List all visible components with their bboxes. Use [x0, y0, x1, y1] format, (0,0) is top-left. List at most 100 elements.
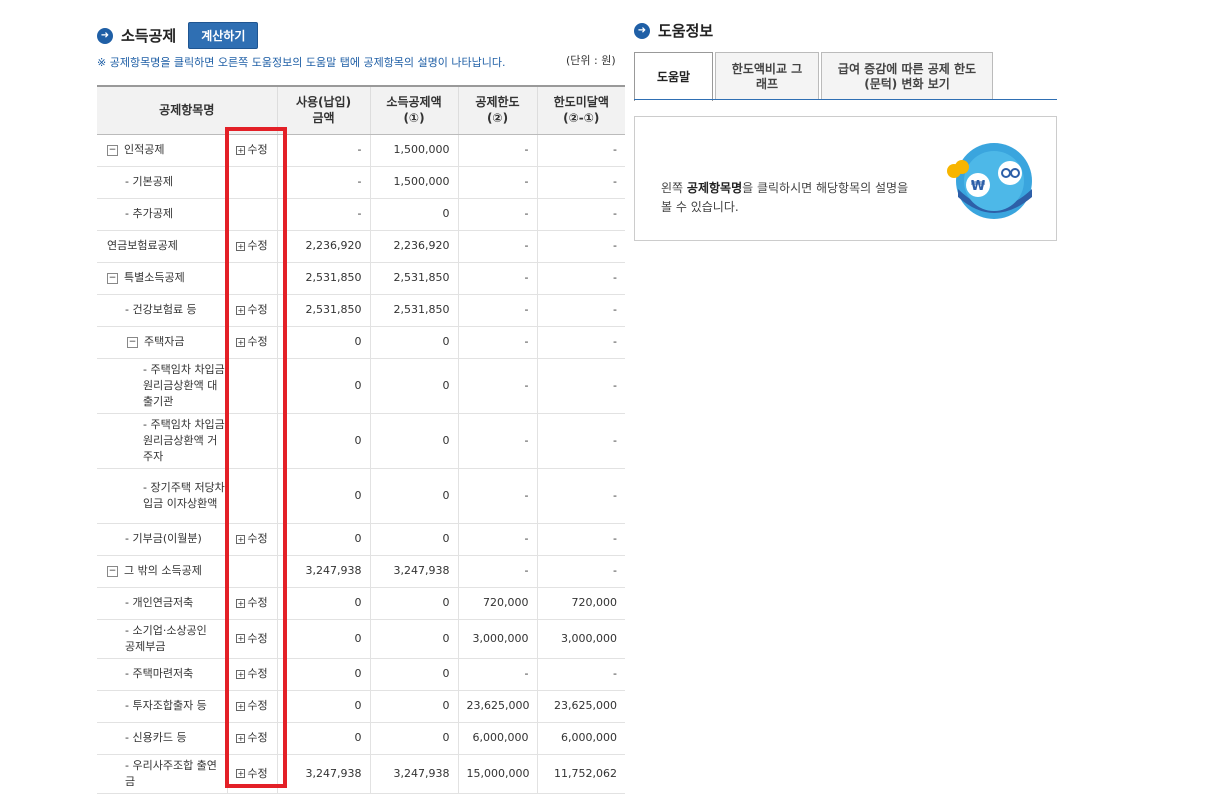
tab-help[interactable]: 도움말 — [634, 52, 713, 101]
remain-cell: 11,752,062 — [536, 754, 626, 794]
deduct-cell: 0 — [369, 413, 459, 469]
edit-cell — [226, 413, 278, 469]
row-name-cell[interactable]: - 건강보험료 등 — [97, 294, 227, 327]
edit-button[interactable]: + 수정 — [236, 667, 268, 680]
remain-cell: - — [536, 294, 626, 327]
tab-limit-graph[interactable]: 한도액비교 그래프 — [715, 52, 819, 100]
row-name-cell[interactable]: - 주택임차 차입금 원리금상환액 거주자 — [97, 413, 227, 469]
header-paid: 사용(납입) 금액 — [276, 85, 371, 135]
paid-cell: 0 — [276, 468, 371, 524]
row-name-cell[interactable]: - 소기업·소상공인 공제부금 — [97, 619, 227, 659]
table-row: - 주택임차 차입금 원리금상환액 대출기관 0 0 - - — [97, 358, 626, 414]
table-row: - 장기주택 저당차입금 이자상환액 0 0 - - — [97, 468, 626, 524]
tab-underline — [634, 99, 1057, 100]
deduct-cell: 0 — [369, 468, 459, 524]
plus-box-icon: + — [236, 634, 246, 643]
edit-button[interactable]: + 수정 — [236, 767, 268, 780]
limit-cell: - — [457, 468, 538, 524]
deduct-cell: 3,247,938 — [369, 555, 459, 588]
row-name-cell[interactable]: - 추가공제 — [97, 198, 227, 231]
edit-button[interactable]: + 수정 — [236, 731, 268, 744]
table-header-row: 공제항목명 사용(납입) 금액 소득공제액 (①) 공제한도 (②) 한도미달액 (②-… — [97, 85, 626, 135]
header-name: 공제항목명 — [97, 85, 278, 135]
paid-cell: 0 — [276, 619, 371, 659]
row-name-cell[interactable]: - 기본공제 — [97, 166, 227, 199]
edit-cell: + 수정 — [226, 326, 278, 359]
limit-cell: - — [457, 262, 538, 295]
remain-cell: - — [536, 523, 626, 556]
row-name-cell[interactable]: - 기부금(이월분) — [97, 523, 227, 556]
minus-box-icon[interactable]: − — [107, 144, 118, 156]
edit-button[interactable]: + 수정 — [236, 532, 268, 545]
limit-cell: - — [457, 326, 538, 359]
remain-cell: - — [536, 658, 626, 691]
row-name-cell[interactable]: - 신용카드 등 — [97, 722, 227, 755]
plus-box-icon: + — [236, 337, 246, 347]
row-name-cell[interactable]: - 개인연금저축 — [97, 587, 227, 620]
deduction-section-header: ➜ 소득공제 계산하기 — [97, 22, 259, 49]
paid-cell: 3,247,938 — [276, 555, 371, 588]
remain-cell: - — [536, 166, 626, 199]
edit-cell: + 수정 — [226, 754, 278, 794]
row-name-cell[interactable]: - 장기주택 저당차입금 이자상환액 — [97, 468, 227, 524]
row-name-cell[interactable]: - 주택마련저축 — [97, 658, 227, 691]
deduct-cell: 0 — [369, 690, 459, 723]
row-name-cell[interactable]: − 그 밖의 소득공제 — [97, 555, 227, 588]
edit-cell: + 수정 — [226, 587, 278, 620]
edit-cell — [226, 468, 278, 524]
limit-cell: 6,000,000 — [457, 722, 538, 755]
edit-button[interactable]: + 수정 — [236, 143, 268, 156]
tab-threshold-change[interactable]: 급여 증감에 따른 공제 한도(문턱) 변화 보기 — [821, 52, 993, 100]
row-name-cell[interactable]: - 투자조합출자 등 — [97, 690, 227, 723]
table-row: - 건강보험료 등 + 수정 2,531,850 2,531,850 - - — [97, 294, 626, 327]
deduct-cell: 0 — [369, 523, 459, 556]
deduct-cell: 2,531,850 — [369, 294, 459, 327]
paid-cell: 2,236,920 — [276, 230, 371, 263]
section-title: 소득공제 — [121, 27, 177, 45]
limit-cell: 720,000 — [457, 587, 538, 620]
paid-cell: - — [276, 198, 371, 231]
circle-arrow-icon: ➜ — [97, 27, 113, 44]
limit-cell: - — [457, 523, 538, 556]
remain-cell: - — [536, 358, 626, 414]
edit-button[interactable]: + 수정 — [236, 335, 268, 348]
calculate-button[interactable]: 계산하기 — [188, 22, 259, 49]
limit-cell: 3,000,000 — [457, 619, 538, 659]
deduct-cell: 2,531,850 — [369, 262, 459, 295]
edit-button[interactable]: + 수정 — [236, 699, 268, 712]
paid-cell: 0 — [276, 690, 371, 723]
plus-box-icon: + — [236, 701, 246, 711]
row-name-cell[interactable]: − 특별소득공제 — [97, 262, 227, 295]
row-name-cell[interactable]: - 주택임차 차입금 원리금상환액 대출기관 — [97, 358, 227, 414]
limit-cell: - — [457, 198, 538, 231]
edit-button[interactable]: + 수정 — [236, 632, 268, 645]
minus-box-icon[interactable]: − — [107, 565, 118, 577]
row-name-cell[interactable]: - 우리사주조합 출연금 — [97, 754, 227, 794]
remain-cell: 23,625,000 — [536, 690, 626, 723]
row-name-cell[interactable]: 연금보험료공제 — [97, 230, 227, 263]
deduct-cell: 0 — [369, 619, 459, 659]
row-name-cell[interactable]: − 인적공제 — [97, 134, 227, 167]
edit-cell — [226, 166, 278, 199]
deduct-cell: 2,236,920 — [369, 230, 459, 263]
remain-cell: - — [536, 413, 626, 469]
row-name-cell[interactable]: − 주택자금 — [97, 326, 227, 359]
header-deduct: 소득공제액 (①) — [369, 85, 459, 135]
table-row: - 주택임차 차입금 원리금상환액 거주자 0 0 - - — [97, 413, 626, 469]
remain-cell: 6,000,000 — [536, 722, 626, 755]
minus-box-icon[interactable]: − — [127, 336, 138, 348]
edit-cell: + 수정 — [226, 134, 278, 167]
limit-cell: - — [457, 134, 538, 167]
edit-cell: + 수정 — [226, 294, 278, 327]
limit-cell: - — [457, 230, 538, 263]
remain-cell: - — [536, 134, 626, 167]
minus-box-icon[interactable]: − — [107, 272, 118, 284]
edit-button[interactable]: + 수정 — [236, 303, 268, 316]
paid-cell: 0 — [276, 523, 371, 556]
table-row: 연금보험료공제 + 수정 2,236,920 2,236,920 - - — [97, 230, 626, 263]
limit-cell: - — [457, 658, 538, 691]
deduct-cell: 1,500,000 — [369, 166, 459, 199]
edit-button[interactable]: + 수정 — [236, 596, 268, 609]
plus-box-icon: + — [236, 241, 246, 251]
edit-button[interactable]: + 수정 — [236, 239, 268, 252]
